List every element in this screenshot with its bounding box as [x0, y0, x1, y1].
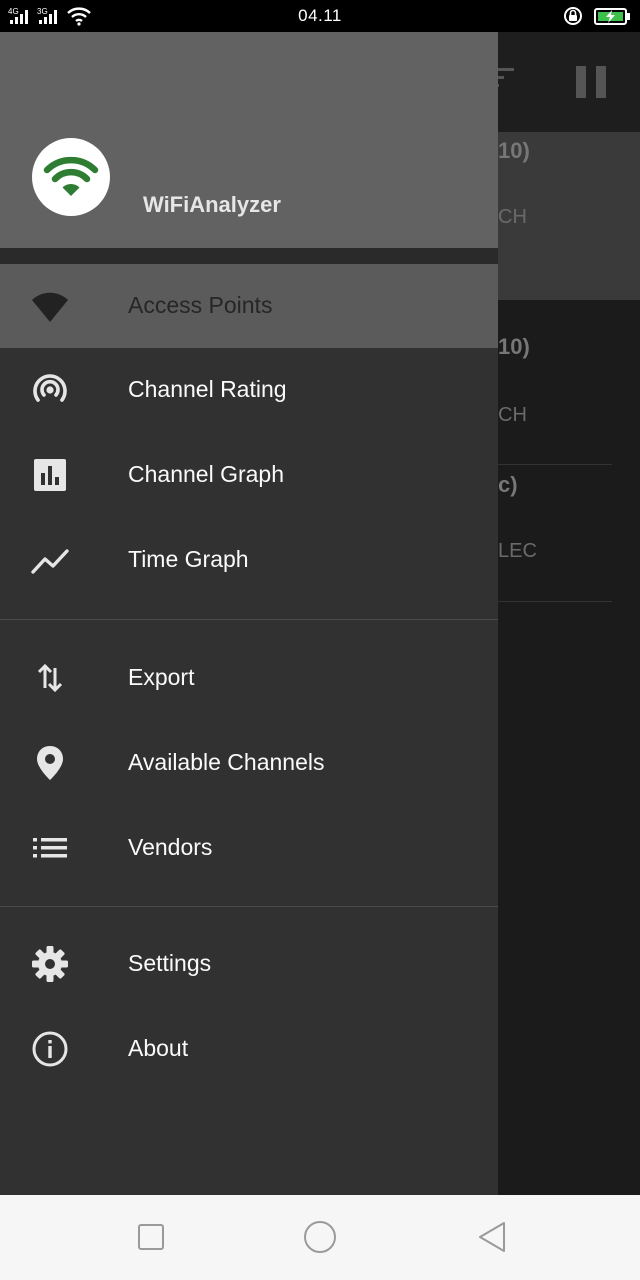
home-button[interactable]: [300, 1217, 340, 1257]
menu-item-label: Channel Rating: [128, 376, 287, 402]
system-navigation-bar: [0, 1195, 640, 1280]
app-logo: [32, 138, 110, 216]
battery-charging-icon: [594, 8, 630, 25]
menu-item-label: Available Channels: [128, 749, 325, 775]
menu-divider: [0, 906, 498, 907]
clock: 04.11: [298, 6, 342, 25]
menu-item-about[interactable]: About: [0, 1007, 498, 1091]
rotation-lock-icon: [564, 7, 582, 25]
recent-apps-button[interactable]: [131, 1217, 171, 1257]
navigation-drawer: WiFiAnalyzer Access Points Channel Ratin…: [0, 32, 498, 1195]
card-divider: [498, 464, 612, 465]
gear-icon: [32, 946, 68, 982]
header-shadow: [0, 248, 498, 264]
menu-item-export[interactable]: Export: [0, 636, 498, 720]
menu-item-label: Vendors: [128, 834, 213, 860]
menu-item-label: Channel Graph: [128, 461, 284, 487]
drawer-header: WiFiAnalyzer: [0, 32, 498, 248]
pause-icon[interactable]: [576, 66, 606, 98]
info-icon: [32, 1031, 68, 1067]
app-name: WiFiAnalyzer: [143, 192, 281, 217]
swap-vertical-icon: [37, 663, 63, 693]
line-chart-icon: [31, 549, 69, 574]
wifi-signal-icon: [32, 292, 68, 322]
menu-item-access-points[interactable]: Access Points: [0, 264, 498, 348]
location-pin-icon: [37, 746, 63, 780]
status-bar: 4G 3G 04.11: [0, 0, 640, 32]
menu-item-vendors[interactable]: Vendors: [0, 806, 498, 890]
menu-item-label: Access Points: [128, 292, 273, 318]
menu-item-available-channels[interactable]: Available Channels: [0, 721, 498, 805]
menu-item-label: Export: [128, 664, 195, 690]
list-icon: [33, 838, 67, 858]
channel-rating-icon: [33, 374, 67, 402]
menu-item-time-graph[interactable]: Time Graph: [0, 518, 498, 602]
menu-item-settings[interactable]: Settings: [0, 922, 498, 1006]
menu-item-channel-rating[interactable]: Channel Rating: [0, 348, 498, 432]
card-divider: [498, 601, 612, 602]
menu-item-label: About: [128, 1035, 189, 1061]
back-button[interactable]: [472, 1217, 512, 1257]
menu-item-label: Time Graph: [128, 546, 249, 572]
menu-divider: [0, 619, 498, 620]
wifi-logo-icon: [43, 156, 99, 196]
menu-item-channel-graph[interactable]: Channel Graph: [0, 433, 498, 517]
menu-item-label: Settings: [128, 950, 212, 976]
bar-chart-icon: [34, 459, 66, 491]
